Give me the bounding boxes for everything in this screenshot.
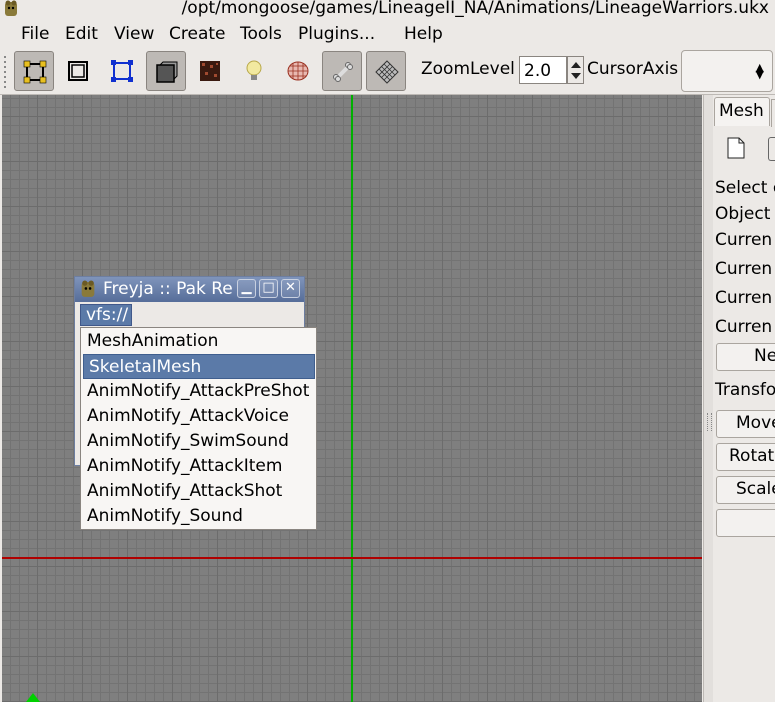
zoom-level-input[interactable]: 2.0 — [519, 56, 567, 84]
list-item[interactable]: AnimNotify_SwimSound — [82, 429, 315, 454]
tab-mesh[interactable]: Mesh — [714, 97, 770, 126]
cursor-axis-select[interactable]: ▲ ▼ — [681, 50, 773, 92]
right-panel: Mesh Select e Object Curren Curren Curre… — [713, 95, 775, 702]
menu-edit[interactable]: Edit — [65, 24, 98, 44]
zoom-level-spinner[interactable] — [567, 56, 584, 84]
list-item[interactable]: MeshAnimation — [82, 329, 315, 354]
spin-down-icon[interactable] — [571, 73, 581, 79]
dialog-title-bar[interactable]: Freyja :: Pak Re ▁ □ ✕ — [75, 277, 304, 302]
app-icon — [5, 0, 17, 16]
bone-icon — [333, 62, 353, 82]
vertex-select-icon — [23, 60, 47, 84]
vfs-path-button[interactable]: vfs:// — [80, 304, 132, 326]
select-face-mode-button[interactable] — [102, 51, 142, 91]
list-item[interactable]: AnimNotify_AttackPreShot — [82, 379, 315, 404]
zoom-level-label: ZoomLevel — [421, 59, 515, 79]
list-item-selected[interactable]: SkeletalMesh — [83, 354, 315, 379]
window-title: /opt/mongoose/games/LineageII_NA/Animati… — [181, 0, 769, 18]
frame-icon — [68, 61, 88, 81]
list-item[interactable]: AnimNotify_Sound — [82, 504, 315, 529]
up-down-arrows-icon: ▲ ▼ — [755, 61, 764, 81]
select-vertex-mode-button[interactable] — [14, 51, 54, 91]
y-axis-line — [351, 95, 353, 702]
app-icon — [81, 280, 95, 297]
transform-label: Transfo — [715, 380, 775, 400]
rotate-button[interactable]: Rotat — [716, 443, 775, 471]
new-button[interactable]: Ne — [716, 343, 775, 371]
menu-view[interactable]: View — [114, 24, 154, 44]
solid-box-icon — [156, 61, 178, 83]
current-label-3: Curren — [715, 288, 773, 308]
select-label: Select e — [715, 178, 775, 198]
toolbar: ZoomLevel 2.0 CursorAxis ▲ ▼ — [0, 48, 775, 95]
texture-render-button[interactable] — [190, 51, 230, 91]
wire-sphere-icon — [287, 61, 309, 81]
menu-create[interactable]: Create — [169, 24, 226, 44]
wireframe-material-button[interactable] — [278, 51, 318, 91]
menu-file[interactable]: File — [21, 24, 49, 44]
cursor-axis-label: CursorAxis — [587, 59, 679, 79]
current-label-2: Curren — [715, 259, 773, 279]
spin-up-icon[interactable] — [571, 62, 581, 68]
tab-next[interactable] — [771, 99, 775, 127]
current-label-1: Curren — [715, 230, 773, 250]
move-button[interactable]: Move — [716, 410, 775, 438]
origin-marker-icon — [26, 693, 40, 702]
texture-icon — [200, 61, 220, 81]
list-item[interactable]: AnimNotify_AttackShot — [82, 479, 315, 504]
lighting-button[interactable] — [234, 51, 274, 91]
open-file-icon[interactable] — [768, 137, 775, 161]
list-item[interactable]: AnimNotify_AttackItem — [82, 454, 315, 479]
list-item[interactable]: AnimNotify_AttackVoice — [82, 404, 315, 429]
grid-icon — [375, 60, 399, 84]
frame-view-button[interactable] — [58, 51, 98, 91]
current-label-4: Curren — [715, 317, 773, 337]
face-select-icon — [111, 60, 133, 82]
new-file-icon[interactable] — [727, 137, 745, 159]
toolbar-grip[interactable] — [3, 56, 7, 88]
scale-button[interactable]: Scale — [716, 476, 775, 504]
extra-button[interactable] — [716, 509, 775, 537]
maximize-icon[interactable]: □ — [259, 279, 278, 298]
close-icon[interactable]: ✕ — [281, 279, 300, 298]
class-popup-list: MeshAnimation SkeletalMesh AnimNotify_At… — [80, 327, 317, 530]
minimize-icon[interactable]: ▁ — [237, 279, 256, 298]
menu-bar: File Edit View Create Tools Plugins... H… — [0, 20, 775, 48]
light-bulb-icon — [246, 60, 262, 80]
menu-plugins[interactable]: Plugins... — [298, 24, 375, 44]
menu-help[interactable]: Help — [404, 24, 443, 44]
solid-render-button[interactable] — [146, 51, 186, 91]
dialog-title: Freyja :: Pak Re — [103, 279, 233, 299]
menu-tools[interactable]: Tools — [240, 24, 282, 44]
grid-button[interactable] — [366, 51, 406, 91]
window-title-bar: /opt/mongoose/games/LineageII_NA/Animati… — [0, 0, 775, 19]
skeleton-button[interactable] — [322, 51, 362, 91]
x-axis-line — [2, 557, 702, 559]
object-label: Object — [715, 204, 771, 224]
